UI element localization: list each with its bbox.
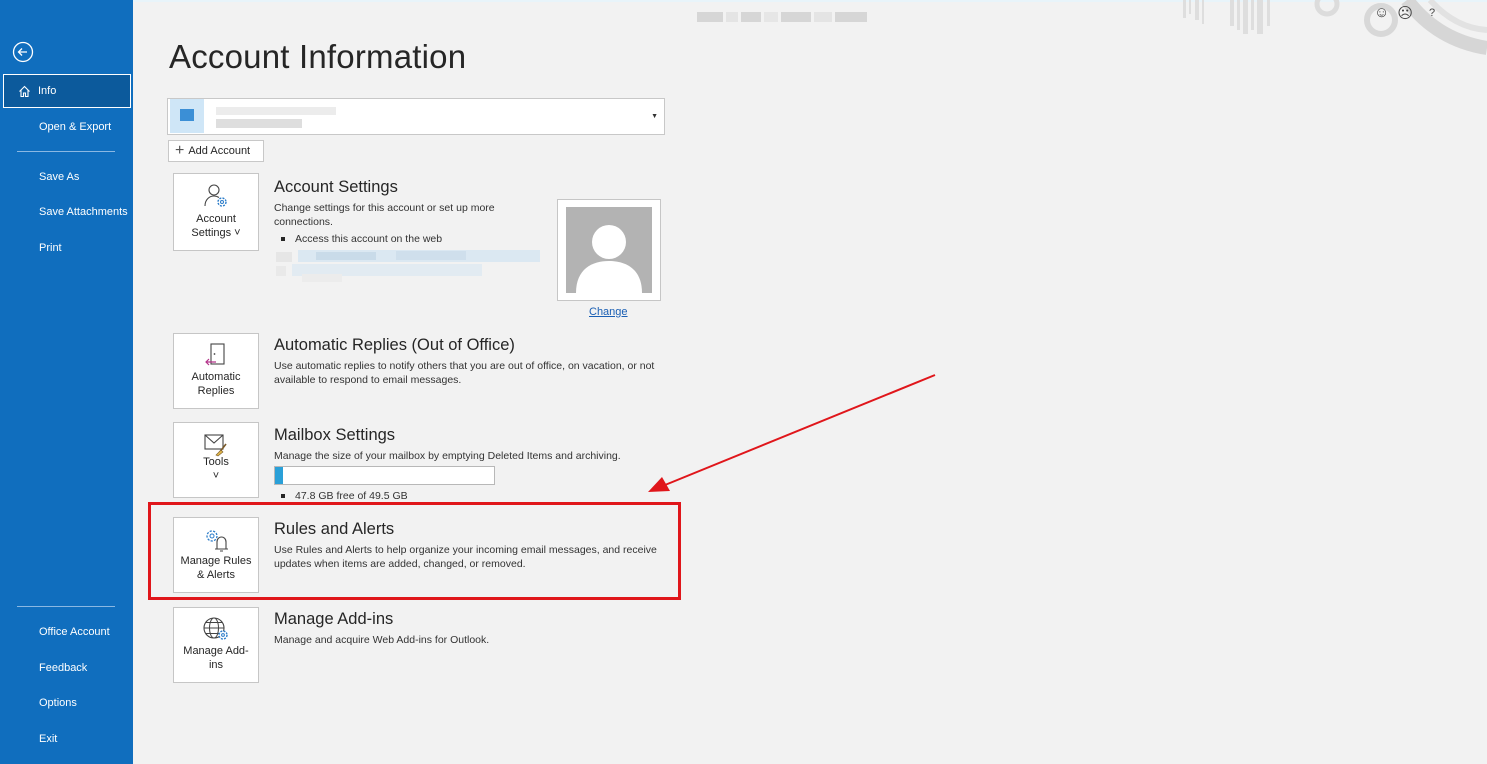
tools-button[interactable]: Tools ˅ <box>173 422 259 498</box>
access-web-bullet: Access this account on the web <box>281 233 442 245</box>
office-theme-decoration <box>1183 0 1487 55</box>
manage-add-ins-button[interactable]: Manage Add- ins <box>173 607 259 683</box>
account-settings-tile-label: Settings ˅ <box>191 227 241 239</box>
manage-add-ins-tile-label: Manage Add- <box>183 645 249 657</box>
automatic-replies-description: Use automatic replies to notify others t… <box>274 360 655 386</box>
automatic-replies-tile-label: Automatic <box>191 371 241 383</box>
nav-print-label: Print <box>39 242 62 254</box>
web-url-redacted[interactable] <box>276 250 542 284</box>
access-web-label: Access this account on the web <box>295 233 443 245</box>
plus-icon: + <box>175 142 185 159</box>
manage-add-ins-description: Manage and acquire Web Add-ins for Outlo… <box>274 634 490 646</box>
top-icons: ☺ ☹ ? <box>1374 4 1435 22</box>
manage-rules-tile-label: Manage Rules <box>180 555 252 567</box>
change-photo-link[interactable]: Change <box>589 306 628 318</box>
bullet-icon <box>281 237 285 241</box>
mailbox-usage-text: 47.8 GB free of 49.5 GB <box>295 490 408 502</box>
window-title-redacted <box>697 12 899 22</box>
rules-alerts-icon <box>206 530 228 552</box>
nav-office-account-label: Office Account <box>39 626 110 638</box>
manage-add-ins-tile-label: ins <box>208 659 224 671</box>
nav-divider <box>17 606 115 607</box>
nav-open-export-label: Open & Export <box>39 121 112 133</box>
chevron-down-icon: ▼ <box>651 113 658 120</box>
account-name-redacted <box>216 119 302 128</box>
home-icon <box>19 85 30 98</box>
account-settings-icon <box>204 184 227 207</box>
mailbox-settings-title: Mailbox Settings <box>274 426 396 444</box>
nav-save-attachments[interactable]: Save Attachments <box>3 195 131 229</box>
account-settings-tile-label: Account <box>196 213 236 225</box>
profile-placeholder-icon <box>566 207 652 293</box>
nav-print[interactable]: Print <box>3 231 131 265</box>
nav-open-export[interactable]: Open & Export <box>3 110 131 144</box>
account-settings-button[interactable]: Account Settings ˅ <box>173 173 259 251</box>
nav-exit[interactable]: Exit <box>3 722 131 756</box>
mailbox-usage-fill <box>275 467 283 484</box>
page-title: Account Information <box>169 38 467 75</box>
backstage-sidebar: Info Open & Export Save As Save Attachme… <box>0 0 133 764</box>
automatic-replies-button[interactable]: Automatic Replies <box>173 333 259 409</box>
add-account-button[interactable]: + Add Account <box>168 140 264 162</box>
account-settings-description: Change settings for this account or set … <box>274 202 495 228</box>
nav-info-label: Info <box>38 85 57 97</box>
tools-chevron: ˅ <box>212 470 220 482</box>
add-ins-icon <box>203 617 228 640</box>
mailbox-settings-description: Manage the size of your mailbox by empty… <box>274 450 621 462</box>
automatic-replies-tile-label: Replies <box>197 385 235 397</box>
nav-save-attachments-label: Save Attachments <box>39 206 128 218</box>
tools-tile-label: Tools <box>203 456 229 468</box>
mailbox-usage-bar <box>274 466 495 485</box>
account-name-redacted <box>216 107 336 115</box>
profile-picture <box>557 199 661 301</box>
account-icon-redacted <box>180 109 194 121</box>
rules-alerts-title: Rules and Alerts <box>274 520 395 538</box>
bullet-icon <box>281 494 285 498</box>
smile-icon[interactable]: ☺ <box>1374 4 1389 22</box>
rules-alerts-description: Use Rules and Alerts to help organize yo… <box>274 544 657 570</box>
mailbox-usage-bullet: 47.8 GB free of 49.5 GB <box>281 490 408 502</box>
nav-exit-label: Exit <box>39 733 58 745</box>
help-icon[interactable]: ? <box>1429 7 1435 22</box>
nav-save-as-label: Save As <box>39 171 80 183</box>
automatic-replies-icon <box>205 343 225 366</box>
account-settings-title: Account Settings <box>274 178 398 196</box>
manage-add-ins-title: Manage Add-ins <box>274 610 394 628</box>
nav-options[interactable]: Options <box>3 686 131 720</box>
nav-divider <box>17 151 115 152</box>
back-button[interactable] <box>12 41 34 63</box>
nav-options-label: Options <box>39 697 77 709</box>
nav-feedback-label: Feedback <box>39 662 88 674</box>
manage-rules-alerts-button[interactable]: Manage Rules & Alerts <box>173 517 259 593</box>
add-account-label: Add Account <box>188 145 251 157</box>
nav-office-account[interactable]: Office Account <box>3 615 131 649</box>
automatic-replies-title: Automatic Replies (Out of Office) <box>274 336 515 354</box>
back-arrow-icon <box>12 41 34 63</box>
nav-info[interactable]: Info <box>3 74 131 108</box>
nav-feedback[interactable]: Feedback <box>3 651 131 685</box>
tools-icon <box>204 434 227 457</box>
nav-save-as[interactable]: Save As <box>3 160 131 194</box>
manage-rules-tile-label: & Alerts <box>197 569 235 581</box>
frown-icon[interactable]: ☹ <box>1397 4 1413 22</box>
account-dropdown[interactable]: ▼ <box>167 98 665 135</box>
